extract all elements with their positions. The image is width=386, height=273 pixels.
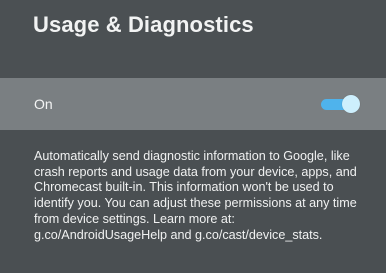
diagnostics-description: Automatically send diagnostic informatio…: [34, 149, 357, 242]
title-bar: Usage & Diagnostics: [0, 0, 386, 78]
usage-diagnostics-switch[interactable]: [319, 95, 360, 113]
page-title: Usage & Diagnostics: [33, 12, 254, 37]
usage-diagnostics-toggle-row[interactable]: On: [0, 78, 386, 130]
description-area: Automatically send diagnostic informatio…: [0, 130, 386, 273]
usage-diagnostics-panel: Usage & Diagnostics On Automatically sen…: [0, 0, 386, 273]
toggle-label: On: [34, 96, 53, 112]
switch-knob: [342, 95, 360, 113]
